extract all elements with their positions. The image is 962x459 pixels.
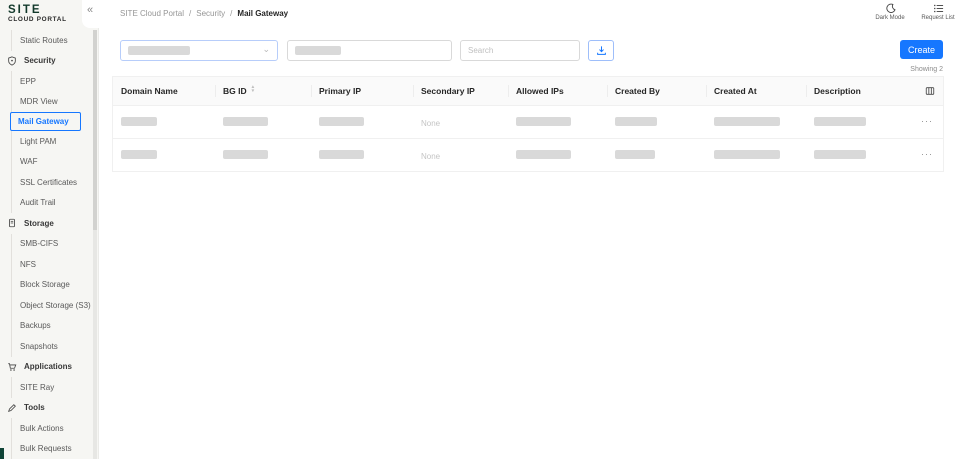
sidebar-item-waf[interactable]: WAF (11, 151, 93, 172)
sidebar-section-storage[interactable]: Storage (0, 213, 93, 234)
breadcrumb: SITE Cloud Portal / Security / Mail Gate… (120, 9, 288, 18)
redacted-bg-id (223, 150, 268, 159)
brand-subtitle: CLOUD PORTAL (8, 16, 67, 24)
redacted-description (814, 150, 866, 159)
redacted-input-value (295, 46, 341, 55)
redacted-created-at (714, 150, 780, 159)
col-created-by: Created By (607, 77, 706, 105)
search-input[interactable] (460, 40, 580, 61)
dark-mode-label: Dark Mode (875, 15, 905, 21)
sidebar-scrollbar-thumb[interactable] (93, 30, 97, 230)
moon-icon (885, 3, 896, 14)
request-list-label: Request List (921, 15, 955, 21)
redacted-created-by (615, 150, 655, 159)
table-row[interactable]: None ··· (113, 138, 943, 171)
dark-mode-button[interactable]: Dark Mode (872, 3, 908, 21)
sidebar-item-bulk-actions[interactable]: Bulk Actions (11, 418, 93, 439)
redacted-bg-id (223, 117, 268, 126)
redacted-allowed-ips (516, 150, 571, 159)
sidebar-section-tools[interactable]: Tools (0, 398, 93, 419)
table-row[interactable]: None ··· (113, 105, 943, 138)
breadcrumb-separator: / (230, 9, 233, 18)
sidebar-item-light-pam[interactable]: Light PAM (11, 131, 93, 152)
brand-title: SITE (8, 4, 42, 16)
redacted-primary-ip (319, 150, 364, 159)
cart-icon (7, 362, 17, 372)
redacted-description (814, 117, 866, 126)
breadcrumb-root[interactable]: SITE Cloud Portal (120, 9, 184, 18)
redacted-created-at (714, 117, 780, 126)
sidebar-bottom-accent (0, 448, 4, 459)
breadcrumb-current: Mail Gateway (237, 9, 289, 18)
col-bg-id: BG ID ▴ ▾ (215, 77, 311, 105)
col-primary-ip: Primary IP (311, 77, 413, 105)
filter-input[interactable] (287, 40, 452, 61)
showing-count: Showing 2 (910, 66, 943, 73)
filter-select[interactable]: ⌄ (120, 40, 278, 61)
sidebar-item-audit-trail[interactable]: Audit Trail (11, 192, 93, 213)
breadcrumb-separator: / (189, 9, 192, 18)
sidebar-item-epp[interactable]: EPP (11, 71, 93, 92)
sort-icon[interactable]: ▴ ▾ (252, 85, 255, 95)
sidebar-item-bulk-requests[interactable]: Bulk Requests (11, 438, 93, 459)
redacted-domain-name (121, 117, 157, 126)
secondary-ip-value: None (421, 152, 441, 161)
secondary-ip-value: None (421, 119, 441, 128)
col-description: Description (806, 77, 918, 105)
col-created-at: Created At (706, 77, 806, 105)
redacted-domain-name (121, 150, 157, 159)
more-actions-icon[interactable]: ··· (921, 117, 933, 125)
sidebar-item-mail-gateway[interactable]: Mail Gateway (10, 112, 81, 131)
redacted-select-value (128, 46, 190, 55)
table-header-row: Domain Name BG ID ▴ ▾ Primary IP Seconda… (113, 77, 943, 105)
sidebar-section-security[interactable]: Security (0, 51, 93, 72)
sidebar-scrollbar[interactable] (93, 30, 97, 459)
sidebar-item-ssl-certificates[interactable]: SSL Certificates (11, 172, 93, 193)
topbar: « SITE Cloud Portal / Security / Mail Ga… (82, 0, 962, 28)
shield-icon (7, 56, 17, 66)
col-allowed-ips: Allowed IPs (508, 77, 607, 105)
sidebar: SITE CLOUD PORTAL Static Routes Security… (0, 0, 99, 459)
sidebar-item-block-storage[interactable]: Block Storage (11, 274, 93, 295)
sidebar-item-nfs[interactable]: NFS (11, 254, 93, 275)
sidebar-menu: Static Routes Security EPP MDR View Mail… (0, 30, 93, 459)
topbar-actions: Dark Mode Request List (872, 3, 956, 21)
sidebar-item-mdr-view[interactable]: MDR View (11, 91, 93, 112)
database-icon (7, 218, 17, 228)
sidebar-item-backups[interactable]: Backups (11, 315, 93, 336)
request-list-button[interactable]: Request List (920, 3, 956, 21)
sidebar-collapse-icon[interactable]: « (87, 4, 93, 16)
breadcrumb-security[interactable]: Security (196, 9, 225, 18)
col-domain-name: Domain Name (121, 86, 178, 96)
more-actions-icon[interactable]: ··· (921, 150, 933, 158)
column-settings-icon[interactable] (925, 86, 935, 96)
redacted-created-by (615, 117, 657, 126)
sidebar-item-object-storage-s3[interactable]: Object Storage (S3) (11, 295, 93, 316)
mail-gateway-table: Domain Name BG ID ▴ ▾ Primary IP Seconda… (112, 76, 944, 172)
search-box (460, 40, 580, 61)
download-icon (596, 45, 607, 56)
col-secondary-ip: Secondary IP (413, 77, 508, 105)
request-list-icon (933, 3, 944, 14)
sidebar-item-site-ray[interactable]: SITE Ray (11, 377, 93, 398)
create-button[interactable]: Create (900, 40, 943, 59)
brand-logo: SITE CLOUD PORTAL (8, 4, 67, 24)
redacted-primary-ip (319, 117, 364, 126)
sidebar-item-snapshots[interactable]: Snapshots (11, 336, 93, 357)
redacted-allowed-ips (516, 117, 571, 126)
sidebar-item-static-routes[interactable]: Static Routes (11, 30, 93, 51)
pen-icon (7, 403, 17, 413)
sidebar-section-applications[interactable]: Applications (0, 357, 93, 378)
sidebar-item-smb-cifs[interactable]: SMB-CIFS (11, 233, 93, 254)
download-button[interactable] (588, 40, 614, 61)
